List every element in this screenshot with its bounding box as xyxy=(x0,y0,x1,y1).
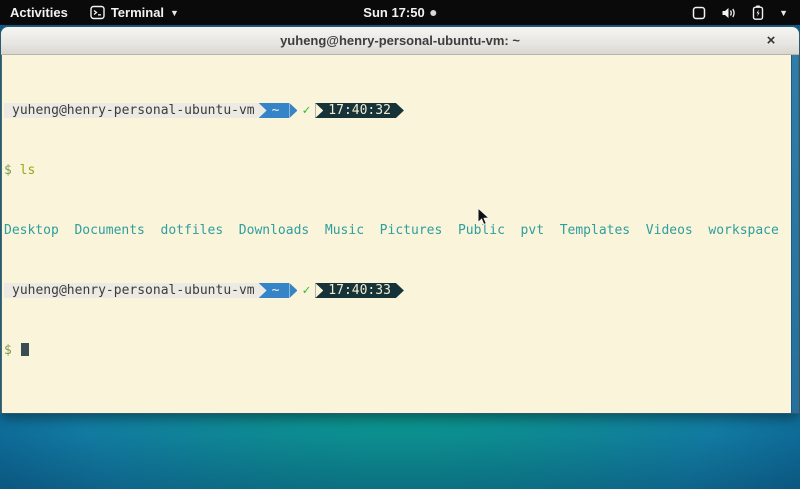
display-icon xyxy=(692,6,706,20)
prompt-status-check: ✓ xyxy=(297,103,315,118)
prompt-cwd: ~ xyxy=(267,283,290,298)
terminal-icon xyxy=(90,5,105,20)
window-titlebar[interactable]: yuheng@henry-personal-ubuntu-vm: ~ × xyxy=(1,27,799,55)
battery-charging-icon xyxy=(752,5,764,20)
prompt-user-host: yuheng@henry-personal-ubuntu-vm xyxy=(4,283,259,298)
volume-icon xyxy=(721,6,737,20)
ls-output: Desktop Documents dotfiles Downloads Mus… xyxy=(4,223,798,238)
notification-dot xyxy=(431,10,437,16)
prompt-timestamp: 17:40:32 xyxy=(323,103,396,118)
powerline-separator xyxy=(315,283,323,298)
window-title: yuheng@henry-personal-ubuntu-vm: ~ xyxy=(280,33,520,48)
activities-button[interactable]: Activities xyxy=(10,5,68,20)
scrollbar[interactable] xyxy=(791,55,798,414)
terminal-window: yuheng@henry-personal-ubuntu-vm: ~ × yuh… xyxy=(0,26,800,414)
prompt-cwd: ~ xyxy=(267,103,290,118)
powerline-separator xyxy=(315,103,323,118)
command-line: $ ls xyxy=(4,163,798,178)
terminal-cursor xyxy=(21,343,29,356)
shell-prompt-symbol: $ xyxy=(4,163,12,178)
app-menu-label: Terminal xyxy=(111,5,164,20)
powerline-separator xyxy=(396,283,404,298)
app-menu-terminal[interactable]: Terminal ▼ xyxy=(90,5,179,20)
powerline-separator xyxy=(259,103,267,118)
terminal-content[interactable]: yuheng@henry-personal-ubuntu-vm ~ ✓ 17:40:3… xyxy=(1,55,799,414)
powerline-separator xyxy=(259,283,267,298)
command-line-current: $ xyxy=(4,343,798,358)
close-button[interactable]: × xyxy=(761,31,781,51)
prompt-timestamp: 17:40:33 xyxy=(323,283,396,298)
typed-command: ls xyxy=(20,163,36,178)
gnome-top-bar: Activities Terminal ▼ Sun 17:50 xyxy=(0,0,800,25)
powerline-separator xyxy=(289,103,297,118)
prompt-line: yuheng@henry-personal-ubuntu-vm ~ ✓ 17:40:3… xyxy=(4,283,798,298)
powerline-separator xyxy=(289,283,297,298)
clock-label: Sun 17:50 xyxy=(363,5,424,20)
shell-prompt-symbol: $ xyxy=(4,343,12,358)
prompt-line: yuheng@henry-personal-ubuntu-vm ~ ✓ 17:40:3… xyxy=(4,103,798,118)
system-status-area[interactable]: ▼ xyxy=(692,0,800,25)
powerline-separator xyxy=(396,103,404,118)
chevron-down-icon: ▼ xyxy=(170,8,179,18)
chevron-down-icon: ▼ xyxy=(779,8,788,18)
prompt-status-check: ✓ xyxy=(297,283,315,298)
clock-button[interactable]: Sun 17:50 xyxy=(363,5,436,20)
prompt-user-host: yuheng@henry-personal-ubuntu-vm xyxy=(4,103,259,118)
